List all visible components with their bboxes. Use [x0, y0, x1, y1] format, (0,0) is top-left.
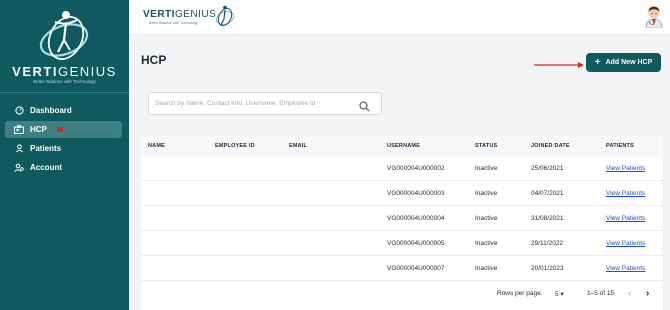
logo-figure-icon: [39, 11, 89, 60]
search-input[interactable]: [155, 100, 355, 107]
cell-status: Inactive: [475, 215, 498, 222]
add-button-label: Add New HCP: [605, 59, 653, 66]
sidebar-item-hcp[interactable]: HCP: [5, 121, 122, 138]
column-header-patients[interactable]: PATIENTS: [606, 143, 634, 149]
app-logo: VERTIGENIUS Better Balance with Technolo…: [0, 6, 129, 84]
person-icon: [14, 144, 24, 154]
table-row[interactable]: VG000004U000007 Inactive 20/01/2023 View…: [141, 256, 662, 281]
column-header-employee-id[interactable]: EMPLOYEE ID: [215, 143, 255, 149]
column-header-joined-date[interactable]: JOINED DATE: [531, 143, 570, 149]
cell-status: Inactive: [475, 190, 498, 197]
annotation-underline: [63, 129, 115, 130]
cell-joined-date: 31/08/2021: [531, 215, 564, 222]
plus-icon: +: [594, 56, 601, 68]
header-brand-logo[interactable]: VERTIGENIUS Better Balance with Technolo…: [143, 5, 243, 27]
doctor-avatar-icon: [645, 6, 663, 29]
brand-tagline: Better Balance with Technology: [149, 21, 198, 25]
table-row[interactable]: VG000004U000002 Inactive 25/06/2021 View…: [141, 156, 662, 181]
rows-per-page-select[interactable]: 5 ▾: [555, 290, 564, 298]
table-row[interactable]: VG000004U000003 Inactive 04/07/2021 View…: [141, 181, 662, 206]
cell-status: Inactive: [475, 240, 498, 247]
sidebar-item-label: HCP: [30, 125, 47, 134]
hcp-table: NAME EMPLOYEE ID EMAIL USERNAME STATUS J…: [141, 136, 662, 310]
column-header-email[interactable]: EMAIL: [289, 143, 307, 149]
add-new-hcp-button[interactable]: + Add New HCP: [586, 53, 661, 72]
sidebar-item-label: Account: [30, 163, 62, 172]
sidebar-item-label: Dashboard: [30, 106, 72, 115]
annotation-arrow-icon: [534, 62, 584, 68]
column-header-username[interactable]: USERNAME: [387, 143, 420, 149]
column-header-status[interactable]: STATUS: [475, 143, 497, 149]
hcp-icon: [14, 125, 24, 135]
account-icon: [14, 163, 24, 173]
column-header-name[interactable]: NAME: [148, 143, 165, 149]
logo-tagline: Better Balance with Technology: [33, 79, 96, 84]
cell-joined-date: 29/11/2022: [531, 240, 564, 247]
sidebar-item-dashboard[interactable]: Dashboard: [5, 102, 122, 119]
page-title: HCP: [141, 53, 167, 67]
table-header: NAME EMPLOYEE ID EMAIL USERNAME STATUS J…: [141, 136, 662, 156]
next-page-icon[interactable]: ›: [646, 288, 649, 299]
sidebar-item-account[interactable]: Account: [5, 159, 122, 176]
chevron-down-icon: ▾: [560, 291, 564, 298]
sidebar-divider: [0, 92, 129, 93]
top-header: VERTIGENIUS Better Balance with Technolo…: [129, 0, 670, 33]
view-patients-link[interactable]: View Patients: [606, 240, 645, 247]
cell-status: Inactive: [475, 165, 498, 172]
cell-username: VG000004U000007: [387, 265, 445, 272]
pagination-range: 1–5 of 15: [587, 290, 615, 297]
previous-page-icon[interactable]: ‹: [628, 288, 631, 299]
search-box: [148, 92, 382, 115]
table-pagination: Rows per page: 5 ▾ 1–5 of 15 ‹ ›: [141, 285, 662, 303]
view-patients-link[interactable]: View Patients: [606, 190, 645, 197]
cell-status: Inactive: [475, 265, 498, 272]
user-avatar[interactable]: [643, 4, 665, 29]
view-patients-link[interactable]: View Patients: [606, 215, 645, 222]
brand-wordmark: VERTIGENIUS: [143, 9, 217, 20]
rows-per-page-label: Rows per page:: [497, 290, 543, 297]
view-patients-link[interactable]: View Patients: [606, 165, 645, 172]
dashboard-icon: [14, 106, 24, 116]
cell-username: VG000004U000003: [387, 190, 445, 197]
sidebar-item-label: Patients: [30, 144, 62, 153]
cell-username: VG000004U000002: [387, 165, 445, 172]
cell-username: VG000004U000005: [387, 240, 445, 247]
cell-joined-date: 20/01/2023: [531, 265, 564, 272]
cell-joined-date: 04/07/2021: [531, 190, 564, 197]
brand-figure-icon: [215, 5, 235, 27]
sidebar: VERTIGENIUS Better Balance with Technolo…: [0, 0, 129, 310]
logo-wordmark: VERTIGENIUS: [12, 64, 117, 79]
table-row[interactable]: VG000004U000004 Inactive 31/08/2021 View…: [141, 206, 662, 231]
cell-joined-date: 25/06/2021: [531, 165, 564, 172]
search-icon[interactable]: [359, 99, 370, 117]
table-row[interactable]: VG000004U000005 Inactive 29/11/2022 View…: [141, 231, 662, 256]
view-patients-link[interactable]: View Patients: [606, 265, 645, 272]
sidebar-item-patients[interactable]: Patients: [5, 140, 122, 157]
cell-username: VG000004U000004: [387, 215, 445, 222]
sidebar-nav: Dashboard HCP Patients Account: [5, 102, 122, 178]
